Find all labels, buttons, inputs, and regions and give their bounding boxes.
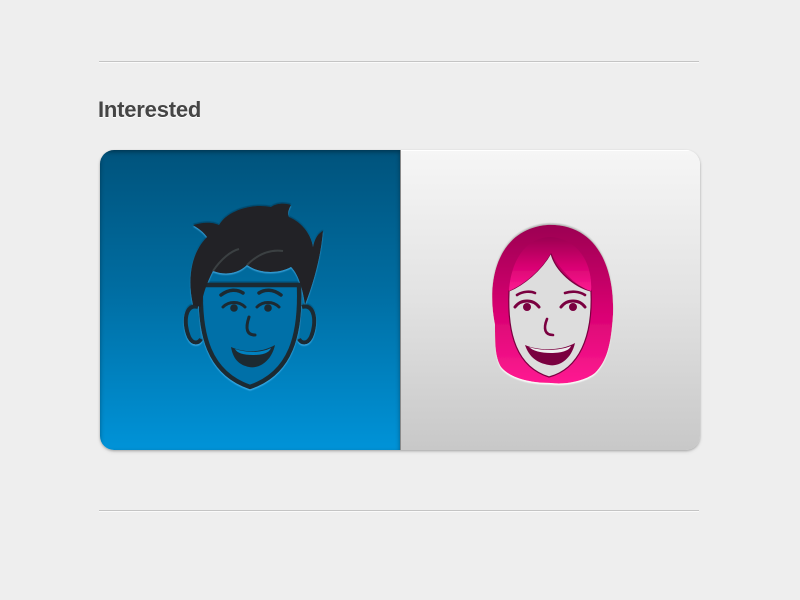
top-divider	[99, 61, 699, 62]
bottom-divider	[99, 510, 699, 511]
female-option-button[interactable]	[399, 150, 700, 450]
interested-preference-page: Interested	[0, 0, 800, 600]
section-title: Interested	[98, 97, 202, 122]
gender-interest-toggle	[100, 150, 700, 450]
male-face-icon	[183, 203, 323, 390]
male-option-button[interactable]	[100, 150, 400, 450]
female-face-icon	[492, 224, 614, 384]
